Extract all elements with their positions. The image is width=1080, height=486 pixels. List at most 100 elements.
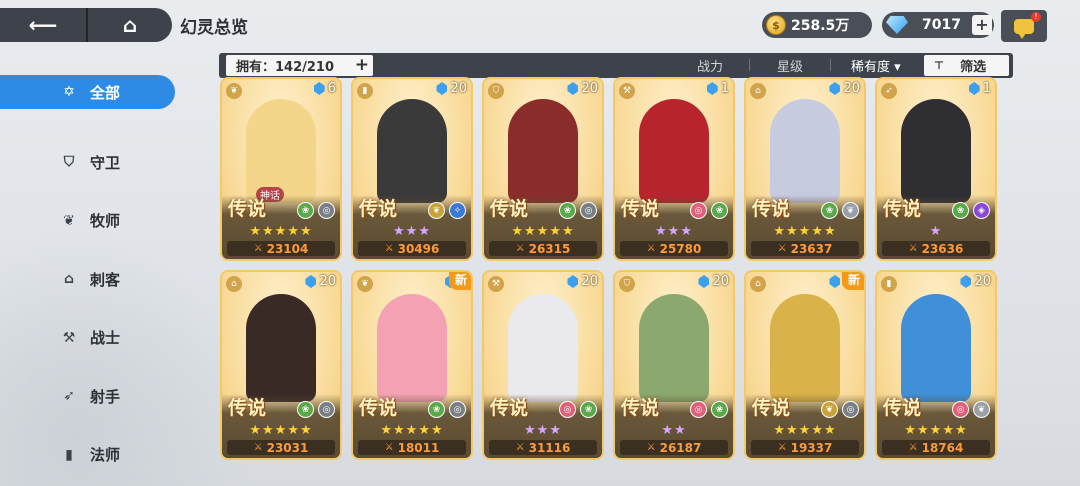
character-card[interactable]: ⛉ 20 传说 ◎ ❀ ★★ ⚔ 26187 [613,270,735,460]
level-value: 20 [974,274,991,289]
power-bar: ⚔ 19337 [751,440,859,455]
star-rating: ★★★ [524,423,562,438]
coin-icon: $ [766,15,786,35]
star-rating: ★★★★★ [249,224,313,239]
sort-rarity-option[interactable]: 稀有度 ▾ [851,56,901,75]
character-card[interactable]: ❦ 6 新传说❀◎★★★★★ ⚔ 18011 [351,270,473,460]
character-card[interactable]: ➶ 1 传说 ❀ ◈ ★ ⚔ 23636 [875,77,997,261]
power-bar: ⚔ 23031 [227,440,335,455]
star-rating: ★★★★★ [773,423,837,438]
gold-amount: 258.5万 [791,18,850,34]
level-value: 20 [319,274,336,289]
level-value: 20 [581,274,598,289]
element-icon: ❀ [428,401,445,418]
page-title: 幻灵总览 [180,18,248,38]
gem-amount: 7017 [922,17,961,33]
character-card[interactable]: ⌂ 20 传说 ❀ ❦ ★★★★★ ⚔ 23637 [744,77,866,261]
character-card[interactable]: ⚒ 20 传说 ◎ ❀ ★★★ ⚔ 31116 [482,270,604,460]
power-value: 26187 [659,440,702,455]
power-value: 23637 [790,241,833,256]
character-figure [770,294,840,402]
class-icon: ⌂ [750,276,766,292]
character-card[interactable]: ▮ 20 传说 ◎ ❦ ★★★★★ ⚔ 18764 [875,270,997,460]
owned-count-box[interactable]: 拥有：142/210 + [226,55,373,76]
rarity-label: 传说 [883,397,922,419]
sidebar-item[interactable]: ➶ 射手 [0,367,175,426]
level-gem-icon [567,275,579,288]
character-card[interactable]: ⌂ 20 新传说❦◎★★★★★ ⚔ 19337 [744,270,866,460]
crossed-swords-icon: ⚔ [646,442,656,453]
sidebar-item-label: 牧师 [90,212,121,231]
sidebar-item[interactable]: ⌂ 刺客 [0,250,175,309]
level-gem-icon [698,275,710,288]
level-indicator: 20 [829,81,860,96]
element-icon: ◎ [842,401,859,418]
class-icon: ⌂ [226,276,242,292]
level-indicator: 20 [305,274,336,289]
chat-bubble-icon [1014,18,1034,39]
power-value: 26315 [528,241,571,256]
book-icon: ▮ [65,446,73,463]
sidebar-item[interactable]: ⛉ 守卫 [0,133,175,192]
element-icon: ❦ [973,401,990,418]
power-value: 23104 [266,241,309,256]
power-value: 18011 [397,440,440,455]
character-card[interactable]: ⚒ 1 传说 ◎ ❀ ★★★ ⚔ 25780 [613,77,735,261]
element-icon: ◎ [318,202,335,219]
rarity-label: 传说 [752,397,791,419]
character-card[interactable]: ▮ 20 传说 ❦ ✧ ★★★ ⚔ 30496 [351,77,473,261]
add-gems-button[interactable]: + [972,15,992,35]
sort-power-option[interactable]: 战力 [697,56,723,75]
element-icon: ◎ [690,401,707,418]
star-rating: ★★★★★ [773,224,837,239]
class-icon: ➶ [881,83,897,99]
element-icon: ❀ [711,401,728,418]
crossed-swords-icon: ⚔ [253,442,263,453]
character-figure [901,294,971,402]
chat-button[interactable]: ! [1001,10,1047,42]
element-icon: ◎ [690,202,707,219]
sidebar-item[interactable]: ▮ 法师 [0,426,175,485]
sidebar-item[interactable]: ⚒ 战士 [0,309,175,368]
character-card[interactable]: ❦ 6 神话传说❀◎★★★★★ ⚔ 23104 [220,77,342,261]
element-icon: ❦ [821,401,838,418]
gem-currency: 7017 + [882,12,994,38]
character-card[interactable]: ⌂ 20 传说 ❀ ◎ ★★★★★ ⚔ 23031 [220,270,342,460]
home-button[interactable]: ⌂ [86,8,172,42]
back-button[interactable]: ⟵ [0,8,86,42]
element-icon: ❀ [821,202,838,219]
power-bar: ⚔ 23637 [751,241,859,256]
crossed-swords-icon: ⚔ [908,442,918,453]
level-indicator: 20 [567,274,598,289]
level-gem-icon [960,275,972,288]
sort-stars-option[interactable]: 星级 [777,56,803,75]
level-value: 20 [581,81,598,96]
filter-button[interactable]: ⊤ 筛选 [924,55,1009,76]
gold-currency[interactable]: $ 258.5万 [762,12,872,38]
element-icons: ❀ ❦ [821,202,859,219]
power-bar: ⚔ 26187 [620,440,728,455]
expand-plus-icon: + [354,55,369,75]
rarity-label: 传说 [490,397,529,419]
element-icon: ✧ [449,202,466,219]
level-gem-icon [567,82,579,95]
level-gem-icon [968,82,980,95]
sidebar-item[interactable]: ❦ 牧师 [0,192,175,251]
crossed-swords-icon: ⚔ [515,442,525,453]
sidebar-item[interactable]: ✡ 全部 [0,75,175,109]
element-icons: ❦ ✧ [428,202,466,219]
element-icon: ❀ [711,202,728,219]
new-badge: 新 [842,272,864,290]
sidebar-item-label: 刺客 [90,270,121,289]
power-bar: ⚔ 23636 [882,241,990,256]
level-value: 20 [843,81,860,96]
level-value: 20 [450,81,467,96]
element-icons: ❀ ◎ [559,202,597,219]
class-sidebar: ✡ 全部 ⛉ 守卫 ❦ 牧师 ⌂ 刺客 ⚒ 战士 ➶ 射手 ▮ 法师 [0,74,175,484]
element-icon: ❀ [952,202,969,219]
rarity-label: 传说 [883,198,922,220]
level-indicator: 6 [313,81,336,96]
element-icons: ❀ ◎ [297,401,335,418]
sort-divider [749,59,750,71]
character-card[interactable]: ⛉ 20 传说 ❀ ◎ ★★★★★ ⚔ 26315 [482,77,604,261]
